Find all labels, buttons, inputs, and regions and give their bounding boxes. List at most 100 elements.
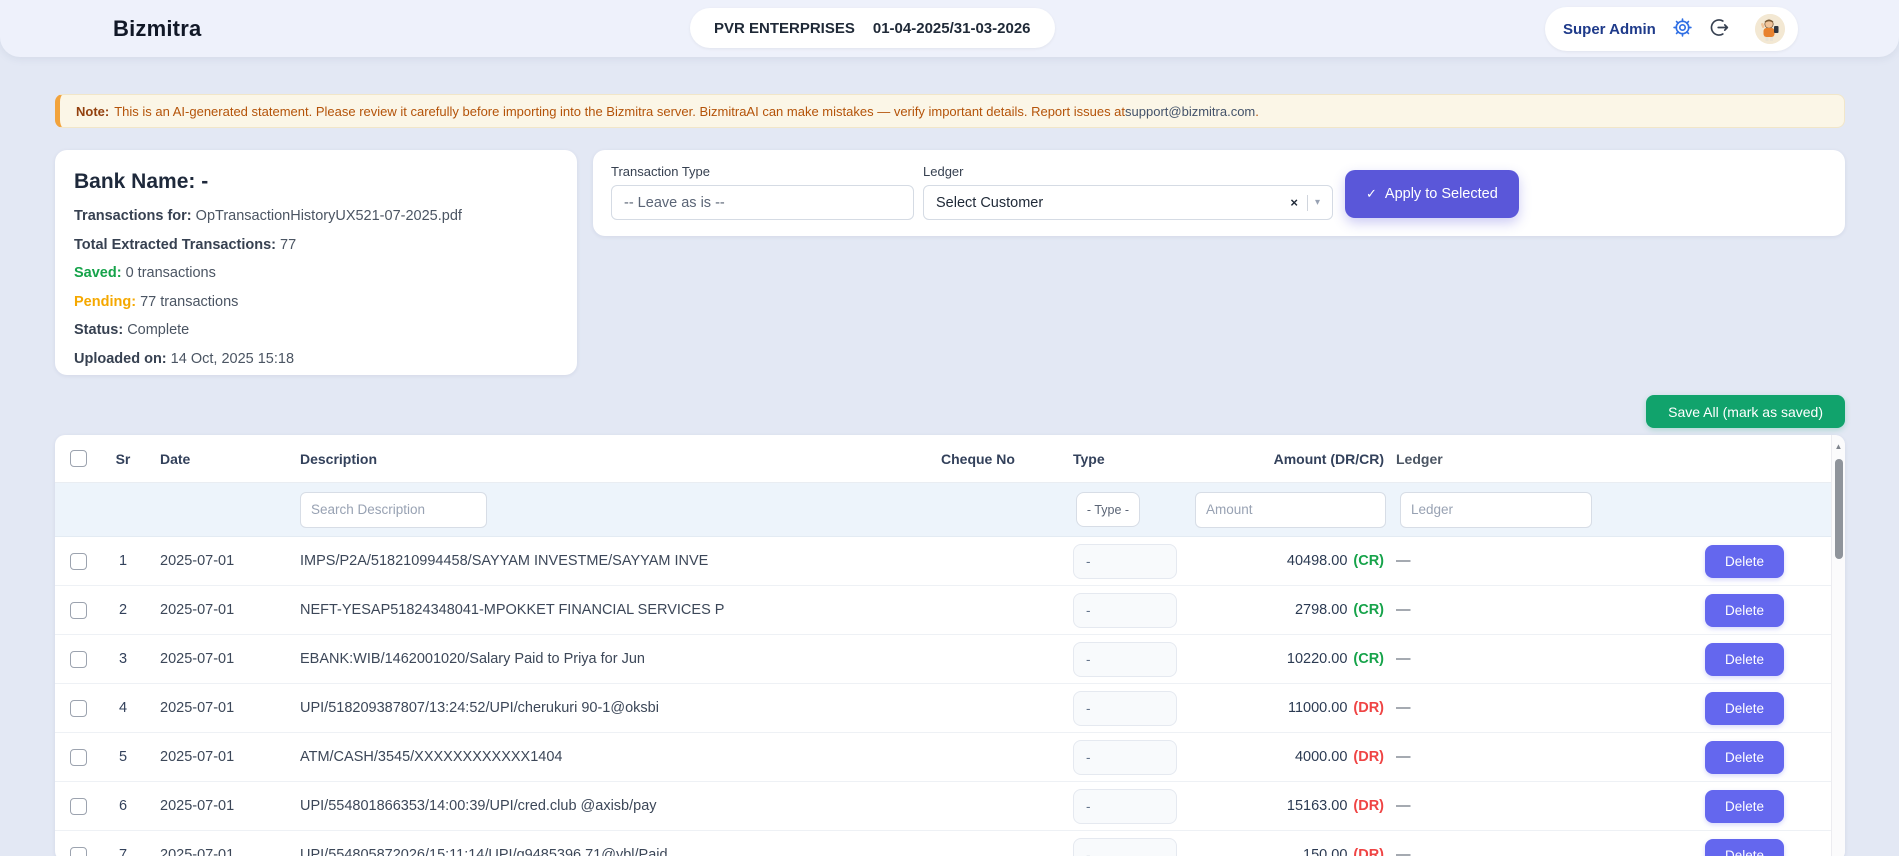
sr-cell: 2 [118, 602, 128, 618]
amount-filter-input[interactable] [1195, 491, 1386, 528]
search-description-input[interactable] [300, 491, 487, 528]
row-checkbox[interactable] [69, 846, 87, 856]
delete-button[interactable]: Delete [1704, 740, 1785, 774]
row-checkbox[interactable] [69, 797, 87, 815]
financial-year: 01-04-2025/31-03-2026 [872, 19, 1031, 37]
ledger-cell: — [1396, 602, 1411, 618]
table-body: 1 2025-07-01 IMPS/P2A/518210994458/SAYYA… [55, 537, 1845, 856]
table-row: 4 2025-07-01 UPI/518209387807/13:24:52/U… [55, 684, 1845, 733]
description-cell: NEFT-YESAP51824348041-MPOKKET FINANCIAL … [300, 602, 725, 618]
col-date: Date [160, 450, 191, 467]
delete-button[interactable]: Delete [1704, 838, 1785, 856]
type-select[interactable]: - [1073, 690, 1177, 726]
sr-cell: 4 [118, 700, 128, 716]
table-row: 7 2025-07-01 UPI/554805872026/15:11:14/U… [55, 831, 1845, 856]
cards-row: Bank Name: - Transactions for: OpTransac… [55, 150, 1845, 375]
date-cell: 2025-07-01 [160, 847, 235, 856]
type-filter-select[interactable]: - Type - [1076, 492, 1140, 527]
sr-cell: 7 [118, 847, 128, 856]
col-type: Type [1073, 450, 1105, 467]
avatar[interactable] [1755, 14, 1785, 44]
statement-summary-card: Bank Name: - Transactions for: OpTransac… [55, 150, 577, 375]
transactions-table: Sr Date Description Cheque No Type Amoun… [55, 435, 1845, 856]
date-cell: 2025-07-01 [160, 798, 235, 814]
amount-cell: 10220.00 (CR) [1286, 651, 1384, 667]
save-all-button[interactable]: Save All (mark as saved) [1646, 395, 1845, 428]
brand-logo: Bizmitra [113, 15, 202, 41]
select-all-checkbox[interactable] [69, 450, 87, 467]
date-cell: 2025-07-01 [160, 700, 235, 716]
settings-button[interactable] [1672, 17, 1693, 41]
type-select[interactable]: - [1073, 543, 1177, 579]
col-amount: Amount (DR/CR) [1273, 450, 1384, 467]
row-checkbox[interactable] [69, 699, 87, 717]
date-cell: 2025-07-01 [160, 602, 235, 618]
company-selector[interactable]: PVR ENTERPRISES 01-04-2025/31-03-2026 [690, 8, 1055, 48]
amount-cell: 11000.00 (DR) [1287, 700, 1384, 716]
date-cell: 2025-07-01 [160, 651, 235, 667]
sr-cell: 1 [118, 553, 128, 569]
sr-cell: 3 [118, 651, 128, 667]
total-extracted-line: Total Extracted Transactions: 77 [74, 236, 297, 253]
uploaded-line: Uploaded on: 14 Oct, 2025 15:18 [74, 350, 295, 367]
row-checkbox[interactable] [69, 601, 87, 619]
main-content: Note: This is an AI-generated statement.… [0, 94, 1899, 856]
amount-cell: 4000.00 (DR) [1294, 749, 1384, 765]
delete-button[interactable]: Delete [1704, 789, 1785, 823]
transaction-type-label: Transaction Type [611, 164, 710, 179]
col-cheque-no: Cheque No [941, 450, 1015, 467]
ledger-select[interactable]: Select Customer × ▾ [923, 185, 1333, 220]
user-menu: Super Admin [1545, 7, 1798, 51]
transaction-type-select[interactable]: -- Leave as is -- [611, 185, 914, 220]
bulk-apply-card: Transaction Type -- Leave as is -- Ledge… [593, 150, 1845, 236]
caret-down-icon: ▾ [1314, 197, 1320, 208]
amount-cell: 40498.00 (CR) [1286, 553, 1384, 569]
type-select[interactable]: - [1073, 837, 1177, 856]
table-row: 2 2025-07-01 NEFT-YESAP51824348041-MPOKK… [55, 586, 1845, 635]
ledger-cell: — [1396, 847, 1411, 856]
type-select[interactable]: - [1073, 739, 1177, 775]
ledger-label: Ledger [923, 164, 964, 179]
col-sr: Sr [115, 450, 131, 467]
row-checkbox[interactable] [69, 650, 87, 668]
clear-icon[interactable]: × [1290, 195, 1298, 210]
transaction-type-field: Transaction Type -- Leave as is -- [611, 164, 914, 220]
table-scrollbar[interactable]: ▲ [1831, 435, 1845, 856]
logout-button[interactable] [1709, 17, 1730, 41]
ledger-cell: — [1396, 700, 1411, 716]
type-select[interactable]: - [1073, 641, 1177, 677]
description-cell: IMPS/P2A/518210994458/SAYYAM INVESTME/SA… [300, 553, 709, 569]
row-checkbox[interactable] [69, 552, 87, 570]
table-row: 3 2025-07-01 EBANK:WIB/1462001020/Salary… [55, 635, 1845, 684]
ai-note-banner: Note: This is an AI-generated statement.… [55, 94, 1845, 128]
col-ledger: Ledger [1396, 450, 1443, 467]
scrollbar-thumb[interactable] [1835, 459, 1843, 559]
row-checkbox[interactable] [69, 748, 87, 766]
delete-button[interactable]: Delete [1704, 544, 1785, 578]
table-row: 5 2025-07-01 ATM/CASH/3545/XXXXXXXXXXXX1… [55, 733, 1845, 782]
apply-to-selected-button[interactable]: ✓ Apply to Selected [1345, 170, 1519, 218]
transactions-for-line: Transactions for: OpTransactionHistoryUX… [74, 208, 462, 224]
description-cell: UPI/554805872026/15:11:14/UPI/q9485396 7… [300, 847, 668, 856]
type-select[interactable]: - [1073, 592, 1177, 628]
top-header: Bizmitra PVR ENTERPRISES 01-04-2025/31-0… [0, 0, 1899, 57]
support-email: support@bizmitra.com [1125, 103, 1256, 119]
sr-cell: 5 [118, 749, 128, 765]
scroll-up-icon[interactable]: ▲ [1832, 442, 1845, 451]
check-icon: ✓ [1366, 186, 1377, 201]
sr-cell: 6 [118, 798, 128, 814]
amount-cell: 2798.00 (CR) [1294, 602, 1384, 618]
bank-name-title: Bank Name: - [74, 170, 209, 193]
note-suffix: . [1255, 103, 1259, 119]
user-role-label: Super Admin [1563, 20, 1656, 38]
ledger-cell: — [1396, 553, 1411, 569]
description-cell: UPI/518209387807/13:24:52/UPI/cherukuri … [300, 700, 659, 716]
delete-button[interactable]: Delete [1704, 691, 1785, 725]
ledger-cell: — [1396, 749, 1411, 765]
delete-button[interactable]: Delete [1704, 642, 1785, 676]
ledger-filter-input[interactable] [1400, 491, 1592, 528]
delete-button[interactable]: Delete [1704, 593, 1785, 627]
pending-line: Pending: 77 transactions [74, 293, 239, 310]
col-description: Description [300, 450, 378, 467]
type-select[interactable]: - [1073, 788, 1177, 824]
